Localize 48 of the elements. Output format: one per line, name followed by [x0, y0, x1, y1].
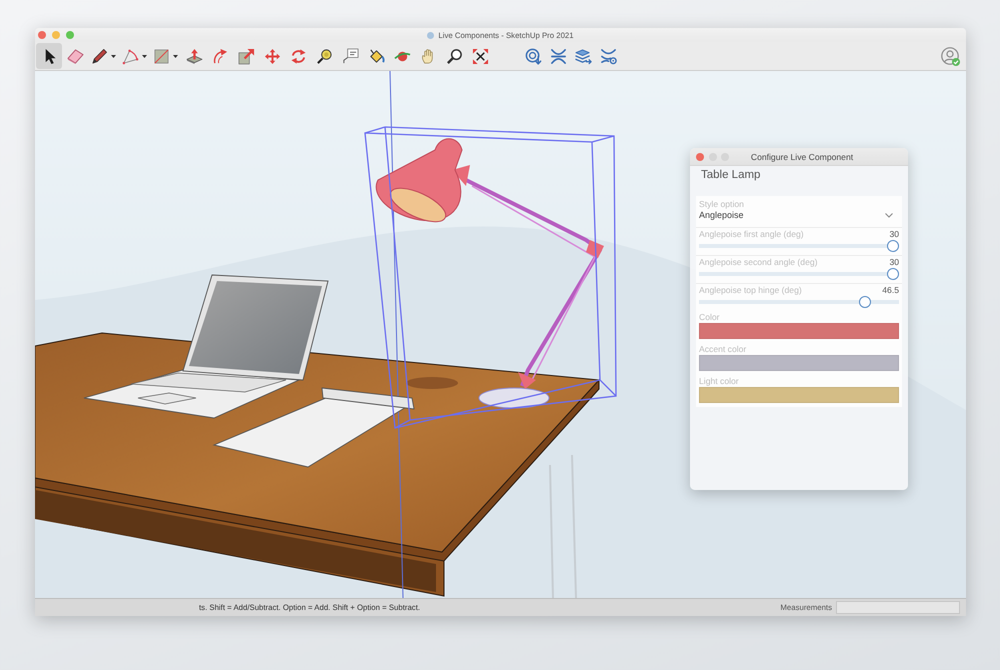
layers-gear-icon: [600, 48, 617, 64]
slider-track[interactable]: [699, 268, 899, 280]
field-label: Style option: [699, 199, 745, 210]
rectangle-icon: [153, 48, 170, 64]
magnifier-icon: [446, 48, 462, 64]
field-label: Accent color: [699, 344, 748, 355]
pencil-icon: [91, 48, 108, 64]
field-label: Anglepoise first angle (deg): [699, 229, 804, 240]
crossed-curves-icon: [550, 48, 567, 64]
zoom-extents-icon: [472, 48, 488, 64]
slider-thumb[interactable]: [887, 268, 899, 280]
measurements-field[interactable]: [836, 601, 960, 614]
tape-measure-icon: [316, 48, 332, 64]
push-pull-icon: [186, 48, 202, 64]
field-label: Color: [699, 312, 721, 323]
user-icon: [941, 47, 959, 65]
slider-value: 46.5: [882, 285, 899, 296]
field-label: Anglepoise top hinge (deg): [699, 285, 802, 296]
text-label-icon: [342, 48, 358, 64]
color-swatch[interactable]: [699, 355, 899, 371]
dialog-title: Configure Live Component: [750, 152, 854, 162]
file-icon: [427, 32, 434, 38]
rotate-arrows-icon: [290, 48, 306, 64]
slider-value: 30: [889, 257, 899, 268]
eraser-icon: [66, 48, 84, 64]
chevron-down-icon: [885, 213, 893, 218]
color-swatch[interactable]: [699, 323, 899, 339]
account-button[interactable]: [941, 47, 959, 65]
arc-icon: [122, 48, 139, 64]
move-arrows-icon: [264, 48, 280, 64]
field-label: Anglepoise second angle (deg): [699, 257, 818, 268]
close-button[interactable]: [696, 152, 704, 160]
close-button[interactable]: [38, 31, 46, 39]
paint-bucket-icon: [368, 48, 384, 64]
slider-thumb[interactable]: [858, 296, 871, 308]
field-label: Light color: [699, 376, 740, 387]
scale-icon: [238, 48, 254, 64]
zoom-button[interactable]: [66, 31, 74, 39]
slider-value: 30: [889, 229, 899, 240]
slider-track[interactable]: [699, 240, 899, 252]
color-swatch[interactable]: [699, 387, 899, 403]
slider-thumb[interactable]: [887, 240, 899, 252]
layers-arrow-icon: [575, 48, 592, 64]
ring-download-icon: [525, 48, 542, 64]
curved-arrow-icon: [212, 48, 228, 64]
style-dropdown[interactable]: Anglepoise: [699, 210, 899, 221]
tool-button[interactable]: [36, 43, 62, 69]
component-name: Table Lamp: [700, 168, 762, 183]
